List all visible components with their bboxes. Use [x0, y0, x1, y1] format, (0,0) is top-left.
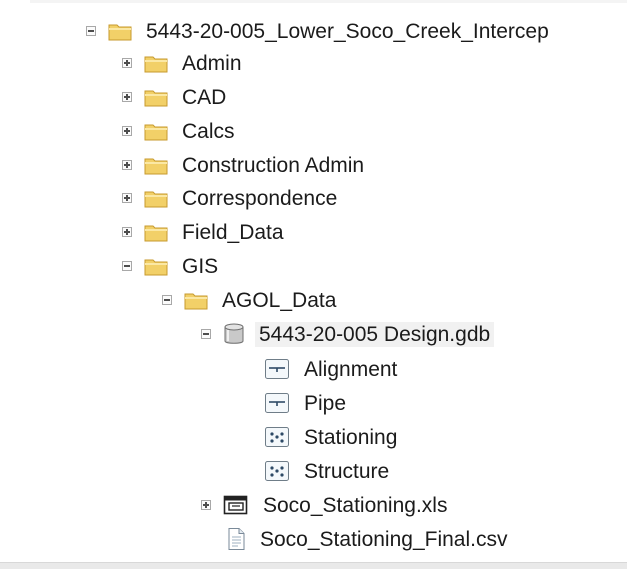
- expand-icon[interactable]: [122, 227, 132, 237]
- tree-node-feature-class[interactable]: Pipe: [264, 386, 346, 420]
- tree-node-label: Soco_Stationing.xls: [263, 493, 448, 517]
- tree-node-label: Construction Admin: [182, 153, 365, 177]
- left-margin: [0, 0, 30, 569]
- tree-node-label: Soco_Stationing_Final.csv: [260, 527, 508, 551]
- tree-node-folder[interactable]: Correspondence: [122, 181, 337, 215]
- tree-node-label: Correspondence: [182, 186, 338, 210]
- folder-icon: [144, 124, 168, 141]
- bottom-border: [0, 562, 627, 569]
- folder-icon: [184, 293, 208, 310]
- folder-icon: [144, 90, 168, 107]
- folder-icon: [144, 191, 168, 208]
- tree-node-label: Structure: [304, 459, 390, 483]
- folder-icon: [108, 24, 132, 41]
- expand-icon[interactable]: [122, 92, 132, 102]
- tree-node-label: 5443-20-005_Lower_Soco_Creek_Intercep: [146, 19, 549, 43]
- collapse-icon[interactable]: [122, 261, 132, 271]
- text-file-icon: [228, 528, 245, 550]
- tree-node-label: Calcs: [182, 119, 235, 143]
- collapse-icon[interactable]: [86, 26, 96, 36]
- tree-node-folder-agol[interactable]: AGOL_Data: [162, 283, 336, 317]
- tree-node-feature-class[interactable]: Stationing: [264, 420, 397, 454]
- expand-icon[interactable]: [122, 126, 132, 136]
- expand-icon[interactable]: [122, 58, 132, 68]
- geodatabase-icon: [224, 323, 244, 344]
- line-feature-class-icon: [265, 359, 289, 379]
- line-feature-class-icon: [265, 393, 289, 413]
- top-border: [0, 0, 627, 3]
- tree-node-text-file[interactable]: Soco_Stationing_Final.csv: [224, 522, 507, 556]
- folder-icon: [144, 158, 168, 175]
- folder-icon: [144, 56, 168, 73]
- expand-icon[interactable]: [122, 193, 132, 203]
- catalog-tree: 5443-20-005_Lower_Soco_Creek_Intercep Ad…: [0, 0, 627, 569]
- folder-icon: [144, 225, 168, 242]
- tree-node-feature-class[interactable]: Alignment: [264, 352, 397, 386]
- collapse-icon[interactable]: [201, 329, 211, 339]
- tree-node-folder[interactable]: Field_Data: [122, 215, 284, 249]
- expand-icon[interactable]: [201, 500, 211, 510]
- tree-node-folder[interactable]: Construction Admin: [122, 148, 364, 182]
- tree-node-label: 5443-20-005 Design.gdb: [255, 321, 495, 347]
- tree-node-root[interactable]: 5443-20-005_Lower_Soco_Creek_Intercep: [86, 14, 549, 48]
- point-feature-class-icon: [265, 461, 289, 481]
- tree-node-label: CAD: [182, 85, 227, 109]
- point-feature-class-icon: [265, 427, 289, 447]
- tree-node-folder[interactable]: Calcs: [122, 114, 235, 148]
- tree-node-label: GIS: [182, 254, 219, 278]
- tree-node-label: Field_Data: [182, 220, 284, 244]
- tree-node-label: Alignment: [304, 357, 398, 381]
- table-icon: [223, 495, 248, 515]
- tree-node-folder[interactable]: CAD: [122, 80, 226, 114]
- tree-node-label: AGOL_Data: [222, 288, 337, 312]
- collapse-icon[interactable]: [162, 295, 172, 305]
- tree-node-folder-gis[interactable]: GIS: [122, 249, 218, 283]
- tree-node-geodatabase[interactable]: 5443-20-005 Design.gdb: [201, 317, 495, 351]
- expand-icon[interactable]: [122, 160, 132, 170]
- tree-node-feature-class[interactable]: Structure: [264, 454, 389, 488]
- tree-node-folder[interactable]: Admin: [122, 46, 242, 80]
- tree-node-table[interactable]: Soco_Stationing.xls: [201, 488, 447, 522]
- folder-icon: [144, 259, 168, 276]
- tree-node-label: Admin: [182, 51, 242, 75]
- tree-node-label: Pipe: [304, 391, 347, 415]
- tree-node-label: Stationing: [304, 425, 398, 449]
